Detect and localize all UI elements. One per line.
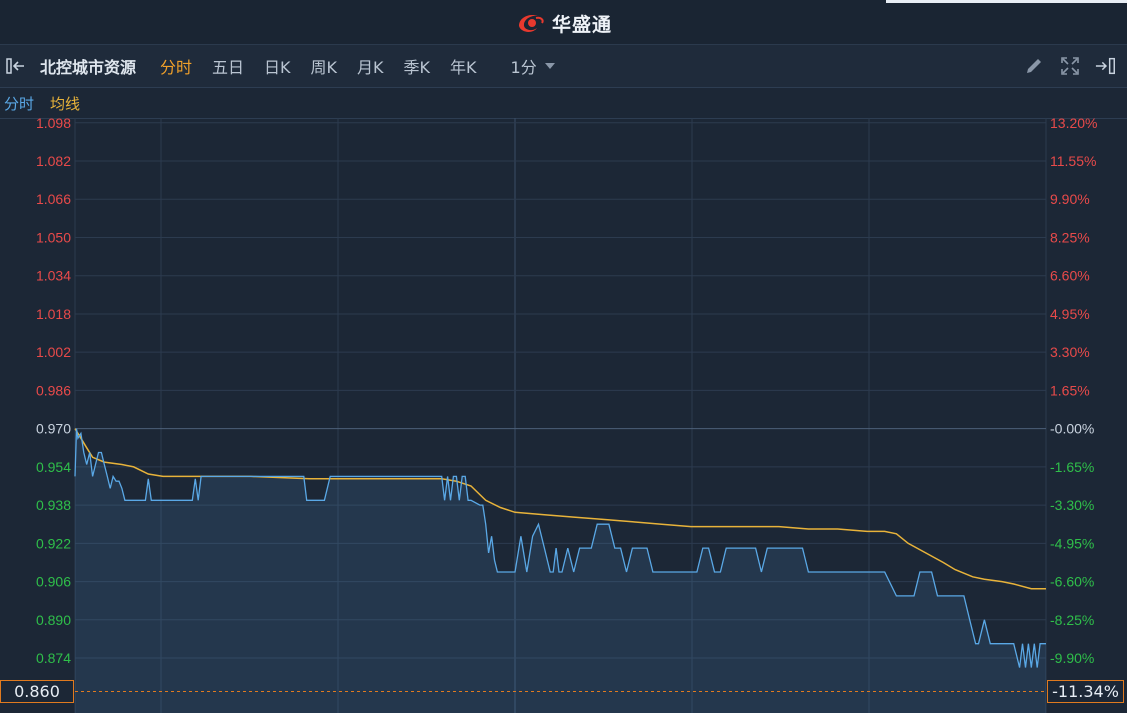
y-tick-right: -0.00% (1050, 421, 1094, 437)
exit-panel-icon[interactable] (1095, 55, 1117, 77)
y-tick-left: 0.970 (36, 421, 71, 437)
legend-avg: 均线 (50, 94, 81, 113)
y-tick-left: 1.002 (36, 344, 71, 360)
y-tick-left: 0.874 (36, 650, 71, 666)
y-tick-right: 6.60% (1050, 268, 1090, 284)
y-tick-right: 3.30% (1050, 344, 1090, 360)
app-header: 华盛通 (0, 0, 1127, 45)
y-tick-right: -9.90% (1050, 650, 1094, 666)
y-tick-right: -8.25% (1050, 612, 1094, 628)
chart-toolbar: 北控城市资源 分时 五日 日K 周K 月K 季K 年K 1分 (0, 45, 1127, 88)
current-price-tag: 0.860 (0, 680, 74, 703)
y-axis-price: 1.098 1.082 1.066 1.050 1.034 1.018 1.002 0.986… (36, 118, 71, 666)
chevron-down-icon (544, 63, 555, 69)
y-tick-left: 1.018 (36, 306, 71, 322)
search-box[interactable] (886, 0, 1127, 3)
y-tick-right: -4.95% (1050, 535, 1094, 551)
y-tick-right: -3.30% (1050, 497, 1094, 513)
y-tick-right: 4.95% (1050, 306, 1090, 322)
intraday-chart[interactable]: 1.098 1.082 1.066 1.050 1.034 1.018 1.002 0.986… (0, 118, 1127, 713)
y-tick-left: 0.986 (36, 382, 71, 398)
tab-intraday[interactable]: 分时 (160, 54, 192, 78)
tab-weekly-k[interactable]: 周K (311, 54, 338, 78)
y-tick-right: 8.25% (1050, 229, 1090, 245)
y-tick-left: 0.890 (36, 612, 71, 628)
tab-yearly-k[interactable]: 年K (450, 54, 477, 78)
y-tick-right: -6.60% (1050, 574, 1094, 590)
current-pct-tag: -11.34% (1047, 680, 1124, 703)
y-tick-left: 0.922 (36, 535, 71, 551)
y-tick-left: 0.954 (36, 459, 71, 475)
y-tick-right: -1.65% (1050, 459, 1094, 475)
fullscreen-icon[interactable] (1059, 55, 1081, 77)
y-tick-right: 1.65% (1050, 382, 1090, 398)
y-tick-left: 1.034 (36, 268, 71, 284)
y-axis-percent: 13.20% 11.55% 9.90% 8.25% 6.60% 4.95% 3.30% 1.6… (1050, 118, 1097, 666)
draw-pencil-icon[interactable] (1023, 55, 1045, 77)
chart-legend: 分时 均线 (0, 88, 1127, 119)
legend-price: 分时 (4, 94, 35, 113)
y-tick-right: 13.20% (1050, 118, 1097, 131)
y-tick-left: 0.906 (36, 574, 71, 590)
y-tick-left: 1.066 (36, 191, 71, 207)
y-tick-left: 1.050 (36, 229, 71, 245)
price-area-fill (75, 428, 1046, 713)
y-tick-right: 11.55% (1050, 153, 1096, 169)
y-tick-left: 1.082 (36, 153, 71, 169)
tab-five-day[interactable]: 五日 (212, 54, 244, 78)
y-tick-left: 0.938 (36, 497, 71, 513)
interval-select[interactable]: 1分 (511, 54, 555, 78)
y-tick-left: 1.098 (36, 118, 71, 131)
stock-name: 北控城市资源 (40, 58, 137, 77)
y-tick-right: 9.90% (1050, 191, 1090, 207)
interval-value: 1分 (510, 58, 537, 77)
tab-monthly-k[interactable]: 月K (357, 54, 384, 78)
collapse-panel-icon[interactable] (6, 56, 30, 76)
brand-icon (519, 15, 544, 32)
brand-name: 华盛通 (552, 13, 613, 36)
brand-logo: 华盛通 (516, 10, 612, 36)
tab-daily-k[interactable]: 日K (264, 54, 291, 78)
tab-quarterly-k[interactable]: 季K (404, 54, 431, 78)
